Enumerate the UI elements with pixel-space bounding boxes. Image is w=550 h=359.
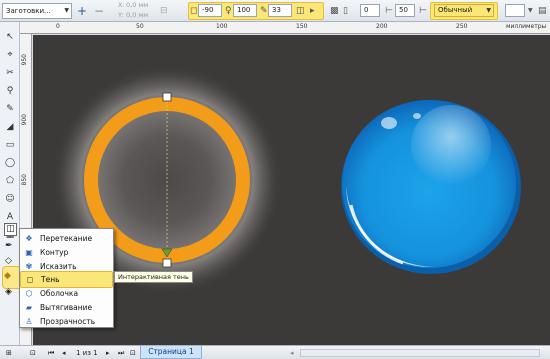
ruler-number: 850 bbox=[21, 174, 28, 186]
freehand-tool-icon[interactable]: ✎ bbox=[3, 102, 17, 116]
menu-item-label: Оболочка bbox=[40, 289, 79, 298]
menu-item-blend[interactable]: ❖ Перетекание bbox=[20, 231, 113, 246]
shadow-end-handle[interactable] bbox=[162, 258, 172, 268]
property-bar: Заготовки... ▼ + − X: 0,0 мм Y: 0,0 мм ⊟… bbox=[0, 0, 550, 22]
feather-edge-icon[interactable]: ▸ bbox=[310, 3, 315, 19]
shape-tool-icon[interactable]: ⌖ bbox=[3, 48, 17, 62]
add-page-after-icon[interactable]: ⊡ bbox=[130, 348, 136, 358]
menu-item-transparency[interactable]: ♙ Прозрачность bbox=[20, 314, 113, 329]
interactive-fill-icon[interactable]: ◈ bbox=[5, 287, 12, 297]
polygon-tool-icon[interactable]: ⬠ bbox=[3, 174, 17, 188]
lock-icon[interactable]: ⊟ bbox=[160, 3, 168, 19]
shadow-start-handle[interactable] bbox=[162, 92, 172, 102]
menu-item-label: Тень bbox=[41, 275, 60, 284]
chevron-down-icon[interactable]: ▼ bbox=[528, 3, 533, 19]
menu-item-label: Перетекание bbox=[40, 234, 93, 243]
shadow-opacity-icon: ♀ bbox=[225, 6, 232, 16]
ruler-number: 200 bbox=[376, 23, 388, 30]
shadow-feather-field[interactable]: 33 bbox=[268, 4, 292, 17]
blend-icon: ❖ bbox=[25, 234, 33, 243]
interactive-effects-tool-icon[interactable]: ◫ bbox=[4, 223, 17, 236]
contour-icon: ▣ bbox=[25, 248, 33, 257]
first-page-icon[interactable]: ⏮ bbox=[48, 348, 54, 358]
fade-field[interactable]: 50 bbox=[395, 4, 415, 17]
page-navigation-bar: ⊞ ⊡ ⏮ ◂ 1 из 1 ▸ ⏭ ⊡ Страница 1 ◂ bbox=[0, 345, 550, 359]
shadow-angle-field[interactable]: -90 bbox=[198, 4, 222, 17]
rectangle-tool-icon[interactable]: ▭ bbox=[3, 138, 17, 152]
basic-shapes-icon[interactable]: ☺ bbox=[3, 192, 17, 206]
remove-preset-button[interactable]: − bbox=[92, 3, 106, 19]
effects-flyout-menu: ❖ Перетекание ▣ Контур ✾ Исказить ◻ Тень… bbox=[19, 228, 114, 328]
scroll-left-icon[interactable]: ◂ bbox=[290, 348, 294, 358]
shadow-feather-icon: ✎ bbox=[260, 6, 268, 16]
horizontal-scrollbar[interactable] bbox=[300, 349, 540, 357]
presets-dropdown[interactable]: Заготовки... ▼ bbox=[2, 3, 72, 19]
page-count: 1 из 1 bbox=[76, 349, 98, 357]
chevron-down-icon: ▼ bbox=[486, 7, 491, 14]
ellipse-tool-icon[interactable]: ◯ bbox=[3, 156, 17, 170]
smart-fill-icon[interactable]: ◢ bbox=[3, 120, 17, 134]
drop-shadow-icon: ◻ bbox=[26, 275, 34, 284]
bubble-highlight-large bbox=[411, 105, 491, 185]
ruler-number: 150 bbox=[296, 23, 308, 30]
ruler-number: 100 bbox=[216, 23, 228, 30]
chevron-down-icon: ▼ bbox=[64, 7, 69, 14]
ruler-number: 250 bbox=[456, 23, 468, 30]
zoom-tool-icon[interactable]: ⚲ bbox=[3, 84, 17, 98]
prev-page-icon[interactable]: ◂ bbox=[62, 348, 66, 358]
crop-tool-icon[interactable]: ✂ bbox=[3, 66, 17, 80]
menu-item-contour[interactable]: ▣ Контур bbox=[20, 245, 113, 260]
x-label: X: bbox=[118, 1, 125, 9]
pick-tool-icon[interactable]: ↖ bbox=[3, 30, 17, 44]
add-page-icon[interactable]: ⊡ bbox=[30, 348, 36, 358]
menu-item-extrude[interactable]: ▰ Вытягивание bbox=[20, 300, 113, 315]
feather-direction-icon[interactable]: ◫ bbox=[296, 3, 305, 19]
ruler-number: 950 bbox=[21, 54, 28, 66]
extrude-icon: ▰ bbox=[25, 303, 33, 312]
ruler-number: 900 bbox=[21, 114, 28, 126]
last-page-icon[interactable]: ⏭ bbox=[118, 348, 124, 358]
shadow-color-swatch[interactable] bbox=[505, 4, 525, 17]
shadow-stretch-icon: ▩ bbox=[330, 6, 339, 16]
horizontal-ruler: 0 50 100 150 200 250 миллиметры bbox=[20, 22, 550, 34]
ruler-number: 50 bbox=[136, 23, 144, 30]
bubble-highlight-small bbox=[381, 117, 397, 129]
shadow-fade-icon: ▯ bbox=[343, 6, 348, 16]
outline-tool-icon[interactable]: ◇ bbox=[5, 256, 12, 266]
eyedropper-tool-icon[interactable]: ✒ bbox=[5, 241, 13, 251]
merge-mode-dropdown[interactable]: Обычный ▼ bbox=[434, 4, 494, 17]
stretch-field[interactable]: 0 bbox=[360, 4, 380, 17]
next-page-icon[interactable]: ▸ bbox=[106, 348, 110, 358]
presets-label: Заготовки... bbox=[6, 7, 51, 15]
shadow-angle-icon: ◻ bbox=[190, 6, 198, 16]
ruler-unit: миллиметры bbox=[506, 23, 547, 30]
text-tool-icon[interactable]: A bbox=[3, 210, 17, 224]
page-tab[interactable]: Страница 1 bbox=[140, 346, 202, 359]
add-preset-button[interactable]: + bbox=[75, 3, 89, 19]
merge-mode-label: Обычный bbox=[438, 6, 473, 14]
copy-shadow-icon[interactable]: ▤ bbox=[538, 3, 547, 19]
x-value[interactable]: 0,0 мм bbox=[126, 1, 148, 9]
stretch-slider-icon[interactable]: ⊢ bbox=[385, 3, 393, 19]
menu-item-envelope[interactable]: ⬡ Оболочка bbox=[20, 286, 113, 301]
fade-slider-icon[interactable]: ⊢ bbox=[419, 3, 427, 19]
fill-tool-icon[interactable]: ◆ bbox=[4, 271, 11, 281]
zoom-fit-icon[interactable]: ⊞ bbox=[6, 348, 12, 358]
tooltip: Интерактивная тень bbox=[114, 271, 193, 283]
y-label: Y: bbox=[118, 11, 124, 19]
envelope-icon: ⬡ bbox=[25, 289, 33, 298]
transparency-icon: ♙ bbox=[25, 317, 33, 326]
bubble-highlight-dot bbox=[413, 113, 421, 119]
menu-item-label: Контур bbox=[40, 248, 69, 257]
menu-item-label: Вытягивание bbox=[40, 303, 93, 312]
y-value[interactable]: 0,0 мм bbox=[126, 11, 148, 19]
shadow-opacity-field[interactable]: 100 bbox=[233, 4, 257, 17]
ruler-number: 0 bbox=[56, 23, 60, 30]
menu-item-label: Прозрачность bbox=[40, 317, 96, 326]
